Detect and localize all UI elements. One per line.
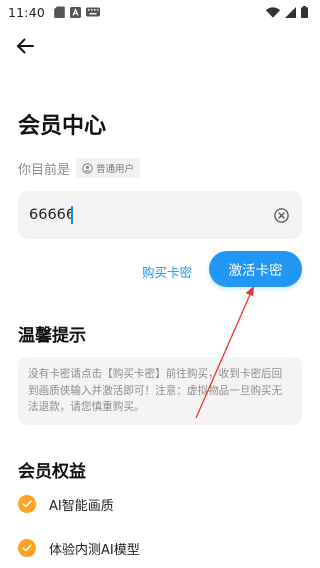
wifi-icon — [266, 6, 280, 18]
signal-icon — [285, 6, 296, 18]
user-icon — [82, 162, 93, 174]
clear-icon — [273, 207, 289, 223]
tips-text: 没有卡密请点击【购买卡密】前往购买，收到卡密后回到画质侠输入并激活即可！注意：虚… — [28, 368, 283, 413]
card-key-field[interactable] — [18, 191, 302, 239]
status-time: 11:40 — [8, 4, 46, 20]
benefit-label: 体验内测AI模型 — [49, 542, 140, 558]
system-status-icons — [266, 6, 308, 18]
battery-icon — [301, 6, 308, 18]
clear-button[interactable] — [270, 204, 292, 226]
buy-card-key-link[interactable]: 购买卡密 — [142, 262, 192, 281]
status-bar: 11:40 — [0, 0, 320, 24]
benefit-item: AI智能画质 — [18, 494, 114, 514]
sd-card-icon — [54, 6, 65, 18]
current-label: 你目前是 — [18, 162, 71, 178]
user-level-label: 普通用户 — [96, 164, 135, 175]
check-icon — [18, 539, 36, 557]
benefit-item: 体验内测AI模型 — [18, 538, 140, 558]
card-key-input[interactable] — [29, 200, 73, 230]
benefit-label: AI智能画质 — [49, 498, 114, 514]
current-membership-row: 你目前是 普通用户 — [18, 158, 141, 178]
arrow-left-icon — [17, 38, 34, 54]
check-icon — [18, 495, 36, 513]
text-cursor — [71, 206, 73, 224]
activate-card-key-button[interactable]: 激活卡密 — [209, 251, 302, 287]
user-level-badge: 普通用户 — [76, 158, 141, 178]
keyboard-icon — [86, 7, 101, 17]
back-button[interactable] — [13, 34, 37, 58]
font-app-icon — [70, 6, 82, 18]
tips-box: 没有卡密请点击【购买卡密】前往购买，收到卡密后回到画质侠输入并激活即可！注意：虚… — [18, 357, 302, 425]
benefits-title: 会员权益 — [18, 462, 86, 482]
tips-title: 温馨提示 — [18, 326, 86, 346]
notification-icons — [54, 6, 101, 18]
page-title: 会员中心 — [18, 114, 107, 139]
